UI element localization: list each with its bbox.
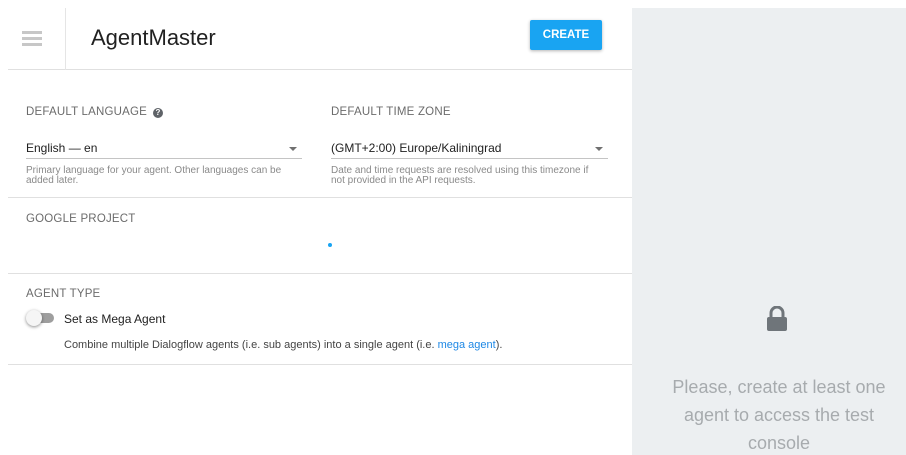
- default-time-zone-hint: Date and time requests are resolved usin…: [331, 165, 589, 186]
- agent-type-label: AGENT TYPE: [26, 288, 101, 300]
- chevron-down-icon: [289, 147, 297, 151]
- agent-settings-panel: AgentMaster CREATE DEFAULT LANGUAGE? Eng…: [8, 8, 632, 455]
- mega-agent-link[interactable]: mega agent: [438, 339, 496, 351]
- default-language-hint: Primary language for your agent. Other l…: [26, 165, 282, 186]
- test-console-panel: Please, create at least one agent to acc…: [632, 8, 906, 455]
- mega-agent-toggle-label: Set as Mega Agent: [64, 312, 166, 326]
- default-language-value: English — en: [26, 141, 98, 155]
- test-console-message: Please, create at least one agent to acc…: [672, 377, 886, 453]
- create-button[interactable]: CREATE: [530, 20, 602, 50]
- google-project-label: GOOGLE PROJECT: [26, 213, 136, 225]
- chevron-down-icon: [595, 147, 603, 151]
- loading-spinner: [328, 243, 332, 247]
- mega-agent-toggle[interactable]: [26, 310, 56, 326]
- header: AgentMaster CREATE: [8, 8, 632, 70]
- divider: [8, 197, 632, 198]
- default-language-select[interactable]: English — en: [26, 139, 302, 159]
- agent-type-description: Combine multiple Dialogflow agents (i.e.…: [64, 339, 503, 351]
- menu-button[interactable]: [8, 8, 66, 70]
- default-time-zone-value: (GMT+2:00) Europe/Kaliningrad: [331, 141, 502, 155]
- divider: [8, 364, 632, 365]
- agent-name-field[interactable]: AgentMaster: [91, 25, 216, 51]
- default-time-zone-select[interactable]: (GMT+2:00) Europe/Kaliningrad: [331, 139, 608, 159]
- divider: [8, 273, 632, 274]
- default-language-label: DEFAULT LANGUAGE?: [26, 106, 164, 118]
- help-icon[interactable]: ?: [153, 108, 164, 118]
- lock-icon: [767, 306, 787, 331]
- default-time-zone-label: DEFAULT TIME ZONE: [331, 106, 451, 118]
